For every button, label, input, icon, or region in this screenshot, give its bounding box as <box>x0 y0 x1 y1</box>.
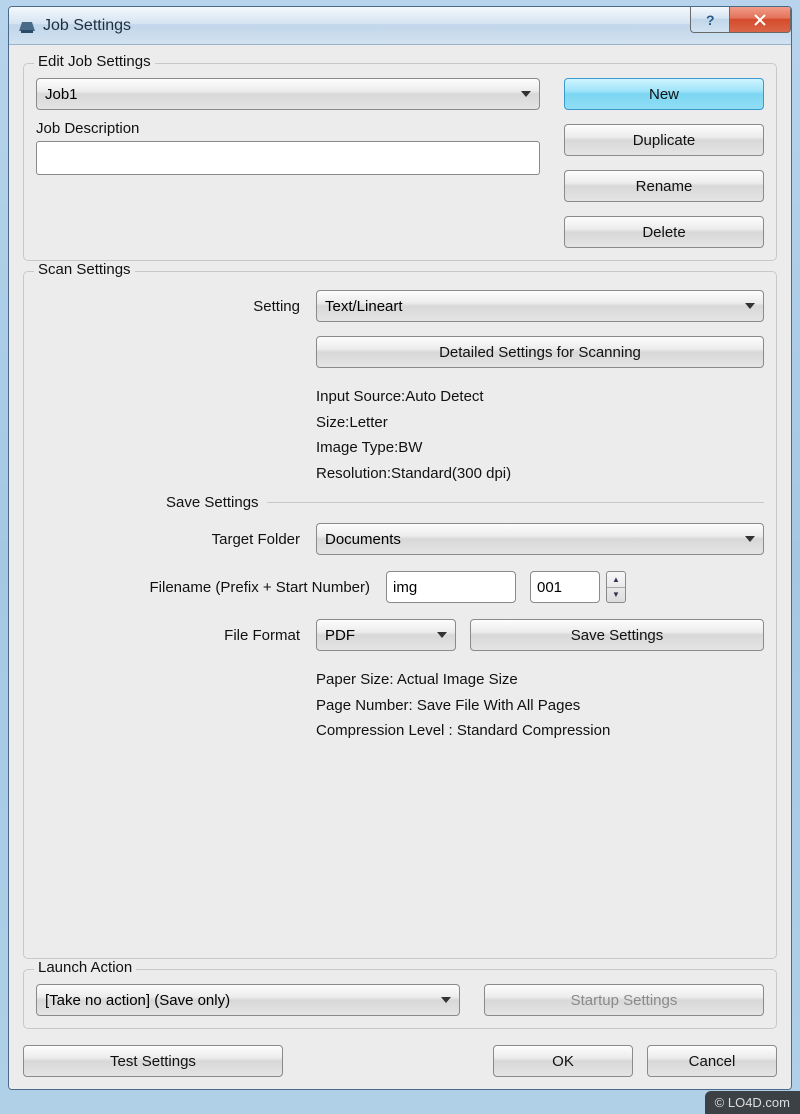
startup-settings-button[interactable]: Startup Settings <box>484 984 764 1016</box>
duplicate-button[interactable]: Duplicate <box>564 124 764 156</box>
close-button[interactable] <box>729 7 791 33</box>
watermark: © LO4D.com <box>705 1091 800 1114</box>
divider <box>267 502 764 503</box>
setting-label: Setting <box>36 298 316 315</box>
rename-button[interactable]: Rename <box>564 170 764 202</box>
launch-action-value: [Take no action] (Save only) <box>45 992 230 1009</box>
file-format-value: PDF <box>325 627 355 644</box>
job-select-value: Job1 <box>45 86 78 103</box>
detailed-settings-button[interactable]: Detailed Settings for Scanning <box>316 336 764 368</box>
info-paper-size: Paper Size: Actual Image Size <box>316 667 610 693</box>
launch-action-group: Launch Action [Take no action] (Save onl… <box>23 969 777 1029</box>
spinner-up-icon[interactable]: ▲ <box>607 572 625 588</box>
edit-job-settings-group: Edit Job Settings Job1 Job Description N… <box>23 63 777 261</box>
launch-action-label: Launch Action <box>34 959 136 976</box>
spinner-down-icon[interactable]: ▼ <box>607 588 625 603</box>
info-compression: Compression Level : Standard Compression <box>316 718 610 744</box>
filename-number-spinner[interactable]: ▲ ▼ <box>606 571 626 603</box>
test-settings-button[interactable]: Test Settings <box>23 1045 283 1077</box>
window-title: Job Settings <box>43 17 131 35</box>
ok-button[interactable]: OK <box>493 1045 633 1077</box>
dialog-window: Job Settings ? Edit Job Settings Job1 Jo… <box>8 6 792 1090</box>
job-description-label: Job Description <box>36 120 540 137</box>
titlebar[interactable]: Job Settings ? <box>9 7 791 45</box>
job-select[interactable]: Job1 <box>36 78 540 110</box>
info-resolution: Resolution:Standard(300 dpi) <box>316 461 511 487</box>
setting-select[interactable]: Text/Lineart <box>316 290 764 322</box>
info-image-type: Image Type:BW <box>316 435 511 461</box>
target-folder-select[interactable]: Documents <box>316 523 764 555</box>
save-settings-label: Save Settings <box>166 494 259 511</box>
info-page-number: Page Number: Save File With All Pages <box>316 693 610 719</box>
edit-job-settings-label: Edit Job Settings <box>34 53 155 70</box>
delete-button[interactable]: Delete <box>564 216 764 248</box>
target-folder-label: Target Folder <box>36 531 316 548</box>
job-description-input[interactable] <box>36 141 540 175</box>
cancel-button[interactable]: Cancel <box>647 1045 777 1077</box>
app-icon <box>17 17 37 35</box>
svg-text:?: ? <box>706 13 715 27</box>
filename-number-input[interactable] <box>530 571 600 603</box>
info-input-source: Input Source:Auto Detect <box>316 384 511 410</box>
file-format-select[interactable]: PDF <box>316 619 456 651</box>
filename-prefix-input[interactable] <box>386 571 516 603</box>
scan-settings-label: Scan Settings <box>34 261 135 278</box>
save-settings-button[interactable]: Save Settings <box>470 619 764 651</box>
help-button[interactable]: ? <box>690 7 730 33</box>
file-format-label: File Format <box>36 627 316 644</box>
info-size: Size:Letter <box>316 410 511 436</box>
target-folder-value: Documents <box>325 531 401 548</box>
filename-label: Filename (Prefix + Start Number) <box>36 579 386 596</box>
setting-select-value: Text/Lineart <box>325 298 403 315</box>
new-button[interactable]: New <box>564 78 764 110</box>
launch-action-select[interactable]: [Take no action] (Save only) <box>36 984 460 1016</box>
scan-settings-group: Scan Settings Setting Text/Lineart Detai… <box>23 271 777 959</box>
